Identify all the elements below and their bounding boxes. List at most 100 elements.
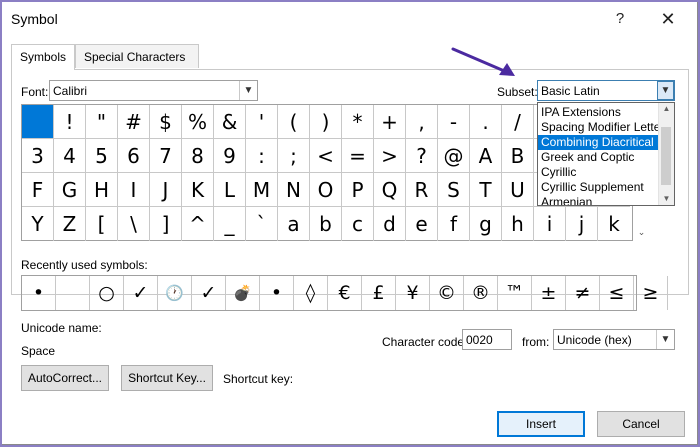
symbol-cell[interactable]: : bbox=[246, 139, 278, 173]
scroll-down-icon[interactable]: ⌄ bbox=[633, 227, 650, 241]
symbol-cell[interactable]: B bbox=[502, 139, 534, 173]
symbol-cell[interactable]: 6 bbox=[118, 139, 150, 173]
recent-symbol-cell[interactable]: ✓ bbox=[124, 276, 158, 310]
dropdown-scrollbar[interactable]: ▲ ▼ bbox=[658, 103, 674, 205]
symbol-cell[interactable]: - bbox=[438, 105, 470, 139]
recent-symbol-cell[interactable]: 💣 bbox=[226, 276, 260, 310]
symbol-cell[interactable]: J bbox=[150, 173, 182, 207]
subset-option[interactable]: Armenian bbox=[538, 195, 660, 205]
symbol-cell[interactable]: H bbox=[86, 173, 118, 207]
subset-option[interactable]: Greek and Coptic bbox=[538, 150, 660, 165]
symbol-cell[interactable]: P bbox=[342, 173, 374, 207]
symbol-cell[interactable]: Y bbox=[22, 207, 54, 241]
recent-symbol-cell[interactable]: € bbox=[328, 276, 362, 310]
symbol-cell[interactable]: = bbox=[342, 139, 374, 173]
subset-select[interactable]: Basic Latin ▼ bbox=[537, 80, 675, 101]
subset-option[interactable]: Spacing Modifier Letters bbox=[538, 120, 660, 135]
symbol-cell[interactable]: ^ bbox=[182, 207, 214, 241]
recent-symbol-cell[interactable] bbox=[56, 276, 90, 310]
symbol-cell[interactable]: < bbox=[310, 139, 342, 173]
symbol-cell[interactable]: A bbox=[470, 139, 502, 173]
symbol-cell[interactable]: S bbox=[438, 173, 470, 207]
symbol-cell[interactable]: g bbox=[470, 207, 502, 241]
recent-symbol-cell[interactable]: ≠ bbox=[566, 276, 600, 310]
symbol-cell[interactable]: f bbox=[438, 207, 470, 241]
symbol-cell[interactable]: F bbox=[22, 173, 54, 207]
symbol-cell[interactable]: ` bbox=[246, 207, 278, 241]
symbol-cell[interactable]: K bbox=[182, 173, 214, 207]
symbol-cell[interactable]: ! bbox=[54, 105, 86, 139]
scrollbar-thumb[interactable] bbox=[661, 127, 671, 185]
recent-symbol-cell[interactable]: © bbox=[430, 276, 464, 310]
symbol-cell[interactable]: j bbox=[566, 207, 598, 241]
symbol-cell[interactable]: T bbox=[470, 173, 502, 207]
shortcut-key-button[interactable]: Shortcut Key... bbox=[121, 365, 213, 391]
symbol-cell[interactable]: R bbox=[406, 173, 438, 207]
symbol-cell[interactable]: % bbox=[182, 105, 214, 139]
symbol-cell[interactable]: & bbox=[214, 105, 246, 139]
subset-option[interactable]: IPA Extensions bbox=[538, 105, 660, 120]
recent-symbol-cell[interactable]: ◊ bbox=[294, 276, 328, 310]
symbol-cell[interactable]: ( bbox=[278, 105, 310, 139]
symbol-cell[interactable]: i bbox=[534, 207, 566, 241]
symbol-cell[interactable]: > bbox=[374, 139, 406, 173]
font-select[interactable]: Calibri ▼ bbox=[49, 80, 258, 101]
cancel-button[interactable]: Cancel bbox=[597, 411, 685, 437]
symbol-cell[interactable]: 5 bbox=[86, 139, 118, 173]
symbol-cell[interactable]: + bbox=[374, 105, 406, 139]
symbol-cell[interactable]: h bbox=[502, 207, 534, 241]
symbol-cell[interactable]: I bbox=[118, 173, 150, 207]
symbol-cell[interactable] bbox=[22, 105, 54, 139]
symbol-cell[interactable]: ] bbox=[150, 207, 182, 241]
tab-special-characters[interactable]: Special Characters bbox=[75, 44, 199, 68]
from-select[interactable]: Unicode (hex) ▼ bbox=[553, 329, 675, 350]
symbol-cell[interactable]: $ bbox=[150, 105, 182, 139]
recent-symbol-cell[interactable]: ○ bbox=[90, 276, 124, 310]
symbol-cell[interactable]: * bbox=[342, 105, 374, 139]
scroll-up-icon[interactable]: ▲ bbox=[659, 103, 674, 115]
symbol-cell[interactable]: M bbox=[246, 173, 278, 207]
recent-symbol-cell[interactable]: • bbox=[260, 276, 294, 310]
symbol-cell[interactable]: e bbox=[406, 207, 438, 241]
recent-symbol-cell[interactable]: ≤ bbox=[600, 276, 634, 310]
close-button[interactable]: ✕ bbox=[653, 6, 683, 32]
recent-symbol-cell[interactable]: ✓ bbox=[192, 276, 226, 310]
symbol-cell[interactable]: . bbox=[470, 105, 502, 139]
recent-symbol-cell[interactable]: ® bbox=[464, 276, 498, 310]
symbol-cell[interactable]: 7 bbox=[150, 139, 182, 173]
symbol-cell[interactable]: [ bbox=[86, 207, 118, 241]
scroll-down-icon[interactable]: ▼ bbox=[659, 193, 674, 205]
symbol-cell[interactable]: " bbox=[86, 105, 118, 139]
character-code-input[interactable]: 0020 bbox=[462, 329, 512, 350]
recent-symbol-cell[interactable]: 🕐 bbox=[158, 276, 192, 310]
symbol-cell[interactable]: 4 bbox=[54, 139, 86, 173]
symbol-cell[interactable]: @ bbox=[438, 139, 470, 173]
recent-symbol-cell[interactable]: £ bbox=[362, 276, 396, 310]
subset-option[interactable]: Combining Diacritical Marks bbox=[538, 135, 660, 150]
symbol-cell[interactable]: / bbox=[502, 105, 534, 139]
recent-symbol-cell[interactable]: ± bbox=[532, 276, 566, 310]
symbol-cell[interactable]: 3 bbox=[22, 139, 54, 173]
symbol-cell[interactable]: , bbox=[406, 105, 438, 139]
autocorrect-button[interactable]: AutoCorrect... bbox=[21, 365, 109, 391]
symbol-cell[interactable]: d bbox=[374, 207, 406, 241]
symbol-cell[interactable]: Z bbox=[54, 207, 86, 241]
symbol-cell[interactable]: 9 bbox=[214, 139, 246, 173]
symbol-cell[interactable]: 8 bbox=[182, 139, 214, 173]
symbol-cell[interactable]: ; bbox=[278, 139, 310, 173]
symbol-cell[interactable]: _ bbox=[214, 207, 246, 241]
symbol-cell[interactable]: U bbox=[502, 173, 534, 207]
symbol-cell[interactable]: \ bbox=[118, 207, 150, 241]
symbol-cell[interactable]: G bbox=[54, 173, 86, 207]
recent-symbols-grid[interactable]: • ○ ✓ 🕐 ✓ 💣 • ◊ € £ ¥ © ® ™ ± ≠ ≤ ≥ bbox=[21, 275, 668, 311]
symbol-cell[interactable]: ) bbox=[310, 105, 342, 139]
symbol-cell[interactable]: L bbox=[214, 173, 246, 207]
symbol-cell[interactable]: ' bbox=[246, 105, 278, 139]
symbol-cell[interactable]: ? bbox=[406, 139, 438, 173]
symbol-cell[interactable]: k bbox=[598, 207, 630, 241]
symbol-cell[interactable]: b bbox=[310, 207, 342, 241]
chevron-down-icon[interactable]: ▼ bbox=[657, 81, 674, 100]
symbol-cell[interactable]: a bbox=[278, 207, 310, 241]
chevron-down-icon[interactable]: ▼ bbox=[239, 81, 257, 100]
recent-symbol-cell[interactable]: ≥ bbox=[634, 276, 668, 310]
